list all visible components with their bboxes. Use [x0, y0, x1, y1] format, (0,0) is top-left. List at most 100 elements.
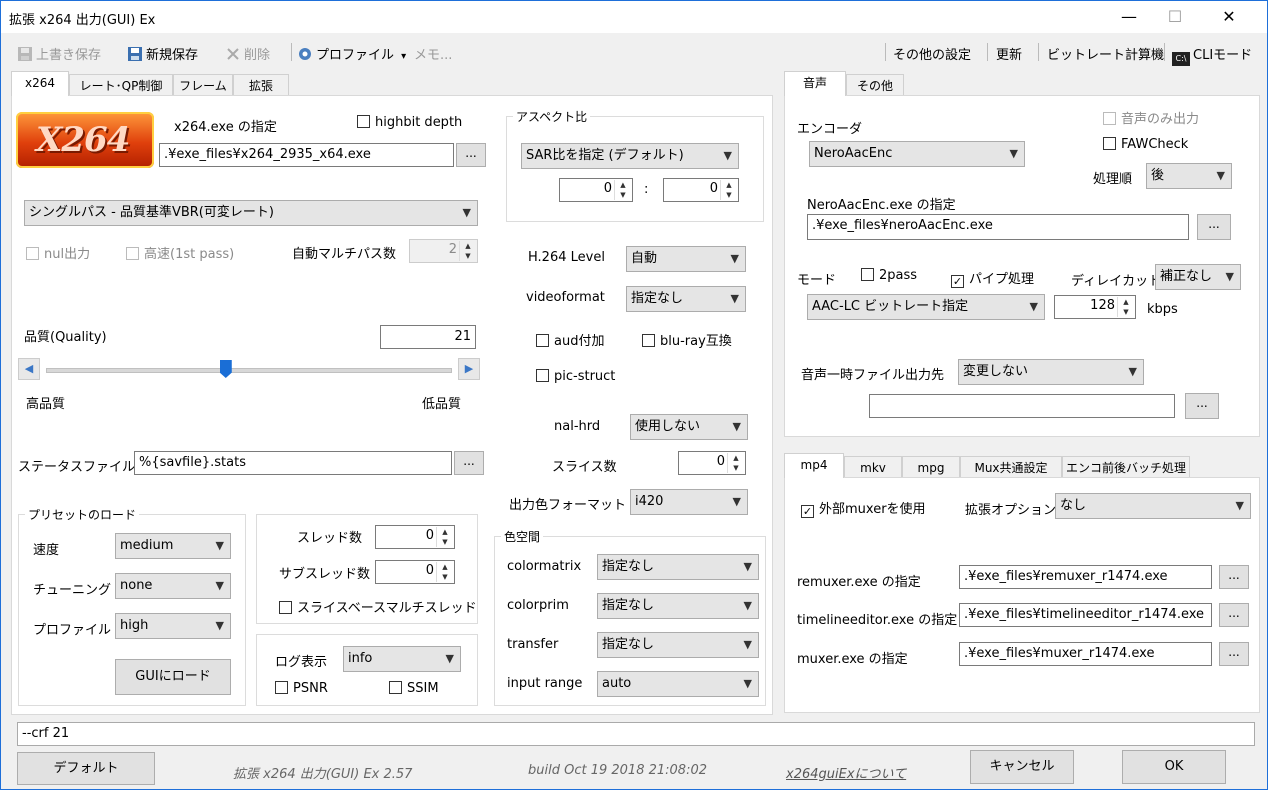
aspect-width-spinner[interactable]: 0 ▲ ▼ [559, 178, 633, 202]
use-external-muxer-checkbox[interactable]: ✓ 外部muxerを使用 [801, 498, 926, 518]
tab-batch[interactable]: エンコ前後バッチ処理 [1062, 456, 1190, 478]
timelineeditor-browse-button[interactable]: ... [1219, 603, 1249, 627]
load-to-gui-button[interactable]: GUIにロード [115, 659, 231, 695]
nal-hrd-select[interactable]: 使用しない ▼ [630, 414, 748, 440]
build-text: build Oct 19 2018 21:08:02 [528, 763, 707, 778]
cancel-button[interactable]: キャンセル [970, 750, 1074, 784]
two-pass-checkbox[interactable]: 2pass [861, 268, 917, 283]
audio-exe-browse-button[interactable]: ... [1197, 214, 1231, 240]
transfer-select[interactable]: 指定なし ▼ [597, 632, 759, 658]
slider-right-arrow-icon[interactable]: ▶ [458, 358, 480, 380]
about-link[interactable]: x264guiExについて [786, 763, 906, 782]
h264-level-label: H.264 Level [528, 250, 605, 265]
slices-spinner[interactable]: 0 ▲ ▼ [678, 451, 746, 475]
psnr-checkbox[interactable]: PSNR [275, 681, 328, 696]
highbit-depth-label: highbit depth [375, 115, 463, 130]
subthreads-spinner[interactable]: 0 ▲ ▼ [375, 560, 455, 584]
audio-mode-select[interactable]: AAC-LC ビットレート指定 ▼ [807, 294, 1045, 320]
status-file-browse-button[interactable]: ... [454, 451, 484, 475]
aspect-mode-select[interactable]: SAR比を指定 (デフォルト) ▼ [521, 143, 739, 169]
ssim-checkbox[interactable]: SSIM [389, 681, 439, 696]
quality-slider[interactable]: ◀ ▶ [18, 358, 480, 382]
x264-exe-browse-button[interactable]: ... [456, 143, 486, 167]
log-level-select[interactable]: info ▼ [343, 646, 461, 672]
audio-encoder-select[interactable]: NeroAacEnc ▼ [809, 141, 1025, 167]
chevron-down-icon: ▼ [215, 619, 224, 632]
update-button[interactable]: 更新 [996, 44, 1022, 63]
speed-select[interactable]: medium ▼ [115, 533, 231, 559]
command-line-preview[interactable]: --crf 21 [17, 722, 1255, 746]
tuning-label: チューニング [33, 583, 112, 598]
colormatrix-select[interactable]: 指定なし ▼ [597, 554, 759, 580]
tab-mp4[interactable]: mp4 [784, 453, 844, 478]
checkbox-box [861, 268, 874, 281]
quality-input[interactable]: 21 [380, 325, 476, 349]
h264-level-select[interactable]: 自動 ▼ [626, 246, 746, 272]
remuxer-path-input[interactable]: .¥exe_files¥remuxer_r1474.exe [959, 565, 1212, 589]
temp-output-select[interactable]: 変更しない ▼ [958, 359, 1144, 385]
temp-output-path-input[interactable] [869, 394, 1175, 418]
tab-other[interactable]: その他 [846, 74, 904, 96]
x264-exe-path-input[interactable]: .¥exe_files¥x264_2935_x64.exe [159, 143, 454, 167]
auto-multipass-spinner[interactable]: 2 ▲ ▼ [409, 239, 478, 263]
delete-button[interactable]: 削除 [225, 44, 270, 63]
audio-exe-path-input[interactable]: .¥exe_files¥neroAacEnc.exe [807, 214, 1189, 240]
encode-mode-select[interactable]: シングルパス - 品質基準VBR(可変レート) ▼ [24, 200, 478, 226]
other-settings-button[interactable]: その他の設定 [893, 44, 971, 63]
bluray-checkbox[interactable]: blu-ray互換 [642, 330, 732, 349]
overwrite-save-button[interactable]: 上書き保存 [17, 44, 101, 63]
tab-rate-qp[interactable]: レート･QP制御 [69, 74, 173, 96]
delay-cut-select[interactable]: 補正なし ▼ [1155, 264, 1241, 290]
tab-x264[interactable]: x264 [11, 71, 69, 96]
checkbox-box [1103, 112, 1116, 125]
tab-frame[interactable]: フレーム [173, 74, 233, 96]
tuning-value: none [120, 578, 153, 593]
aud-checkbox[interactable]: aud付加 [536, 330, 604, 349]
fast-1st-pass-checkbox[interactable]: 高速(1st pass) [126, 243, 234, 262]
status-file-input[interactable]: %{savfile}.stats [134, 451, 452, 475]
tab-mpg[interactable]: mpg [902, 456, 960, 478]
threads-spinner[interactable]: 0 ▲ ▼ [375, 525, 455, 549]
colorprim-value: 指定なし [602, 598, 655, 613]
timelineeditor-path-input[interactable]: .¥exe_files¥timelineeditor_r1474.exe [959, 603, 1212, 627]
output-csp-select[interactable]: i420 ▼ [630, 489, 748, 515]
cli-mode-button[interactable]: C:\ CLIモード [1172, 44, 1252, 66]
pipe-checkbox[interactable]: ✓ パイプ処理 [951, 268, 1034, 288]
pic-struct-checkbox[interactable]: pic-struct [536, 369, 615, 384]
audio-only-checkbox[interactable]: 音声のみ出力 [1103, 108, 1199, 127]
process-order-select[interactable]: 後 ▼ [1146, 163, 1232, 189]
slider-thumb[interactable] [219, 360, 232, 378]
aspect-height-spinner[interactable]: 0 ▲ ▼ [663, 178, 739, 202]
colorprim-select[interactable]: 指定なし ▼ [597, 593, 759, 619]
muxer-path-input[interactable]: .¥exe_files¥muxer_r1474.exe [959, 642, 1212, 666]
chevron-down-icon: ▼ [743, 599, 752, 612]
tab-extension[interactable]: 拡張 [233, 74, 289, 96]
tab-audio[interactable]: 音声 [784, 71, 846, 96]
memo-button[interactable]: メモ... [414, 44, 452, 63]
muxer-browse-button[interactable]: ... [1219, 642, 1249, 666]
tab-mux-common[interactable]: Mux共通設定 [960, 456, 1062, 478]
ext-option-select[interactable]: なし ▼ [1055, 493, 1251, 519]
input-range-select[interactable]: auto ▼ [597, 671, 759, 697]
bitrate-calculator-button[interactable]: ビットレート計算機 [1047, 44, 1164, 63]
default-button[interactable]: デフォルト [17, 752, 155, 785]
slider-left-arrow-icon[interactable]: ◀ [18, 358, 40, 380]
videoformat-select[interactable]: 指定なし ▼ [626, 286, 746, 312]
close-button[interactable]: ✕ [1206, 1, 1252, 33]
profile-select[interactable]: high ▼ [115, 613, 231, 639]
profile-dropdown-button[interactable]: プロファイル ▾ [297, 44, 406, 63]
audio-bitrate-spinner[interactable]: 128 ▲ ▼ [1054, 295, 1136, 319]
tuning-select[interactable]: none ▼ [115, 573, 231, 599]
temp-output-browse-button[interactable]: ... [1185, 393, 1219, 419]
faw-check-checkbox[interactable]: FAWCheck [1103, 137, 1188, 152]
highbit-depth-checkbox[interactable]: highbit depth [357, 115, 462, 130]
remuxer-browse-button[interactable]: ... [1219, 565, 1249, 589]
ok-button[interactable]: OK [1122, 750, 1226, 784]
maximize-button[interactable]: ☐ [1152, 1, 1198, 33]
tab-mkv[interactable]: mkv [844, 456, 902, 478]
nul-output-checkbox[interactable]: nul出力 [26, 243, 90, 262]
minimize-button[interactable]: — [1106, 1, 1152, 33]
audio-panel: エンコーダ NeroAacEnc ▼ 音声のみ出力 FAWCheck 処理順 後 ▼… [784, 95, 1260, 437]
new-save-button[interactable]: 新規保存 [127, 44, 198, 63]
slice-based-threads-checkbox[interactable]: スライスベースマルチスレッド [279, 597, 477, 616]
